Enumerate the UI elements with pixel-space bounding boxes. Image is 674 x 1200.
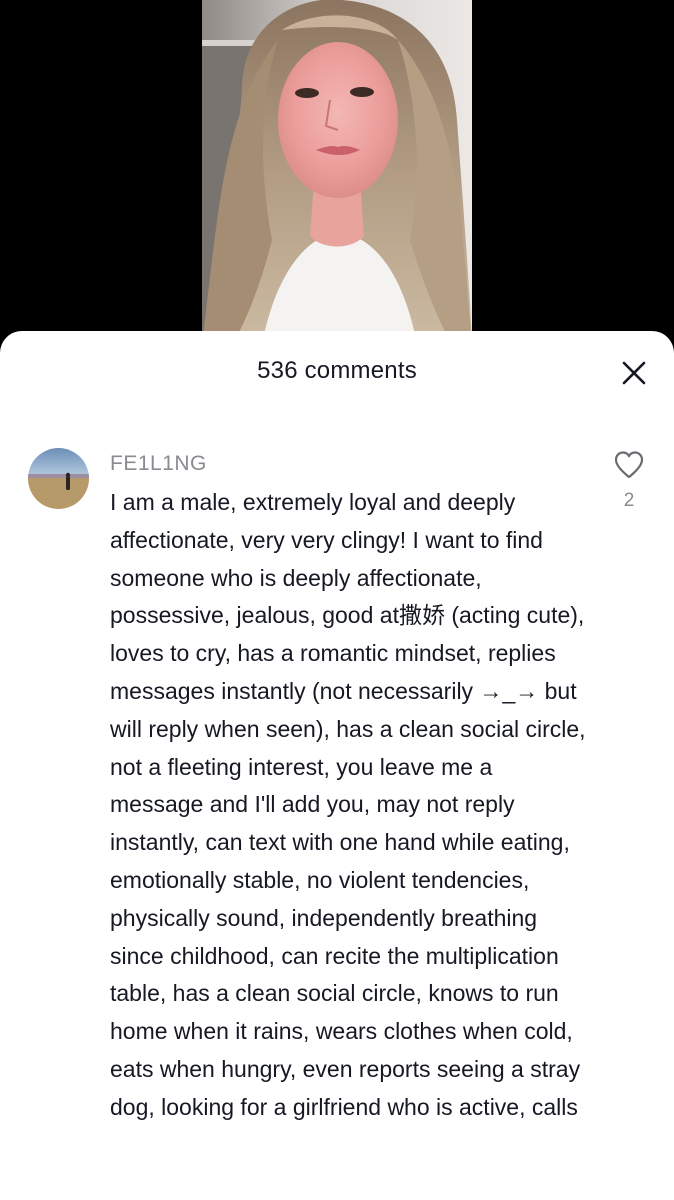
avatar[interactable]	[28, 448, 89, 509]
app-screen: 536 comments FE1L1NG I am a male, extrem…	[0, 0, 674, 1200]
comments-count-title: 536 comments	[257, 357, 417, 384]
video-frame[interactable]	[202, 0, 472, 345]
close-icon	[622, 361, 646, 385]
comment-username[interactable]: FE1L1NG	[110, 452, 207, 476]
heart-outline-icon[interactable]	[612, 448, 646, 482]
like-count: 2	[623, 490, 635, 511]
comment-text: I am a male, extremely loyal and deeply …	[110, 489, 586, 1120]
close-button[interactable]	[614, 353, 654, 393]
video-player[interactable]	[0, 0, 674, 345]
comments-sheet: 536 comments FE1L1NG I am a male, extrem…	[0, 331, 674, 1200]
video-thumbnail	[202, 0, 472, 345]
